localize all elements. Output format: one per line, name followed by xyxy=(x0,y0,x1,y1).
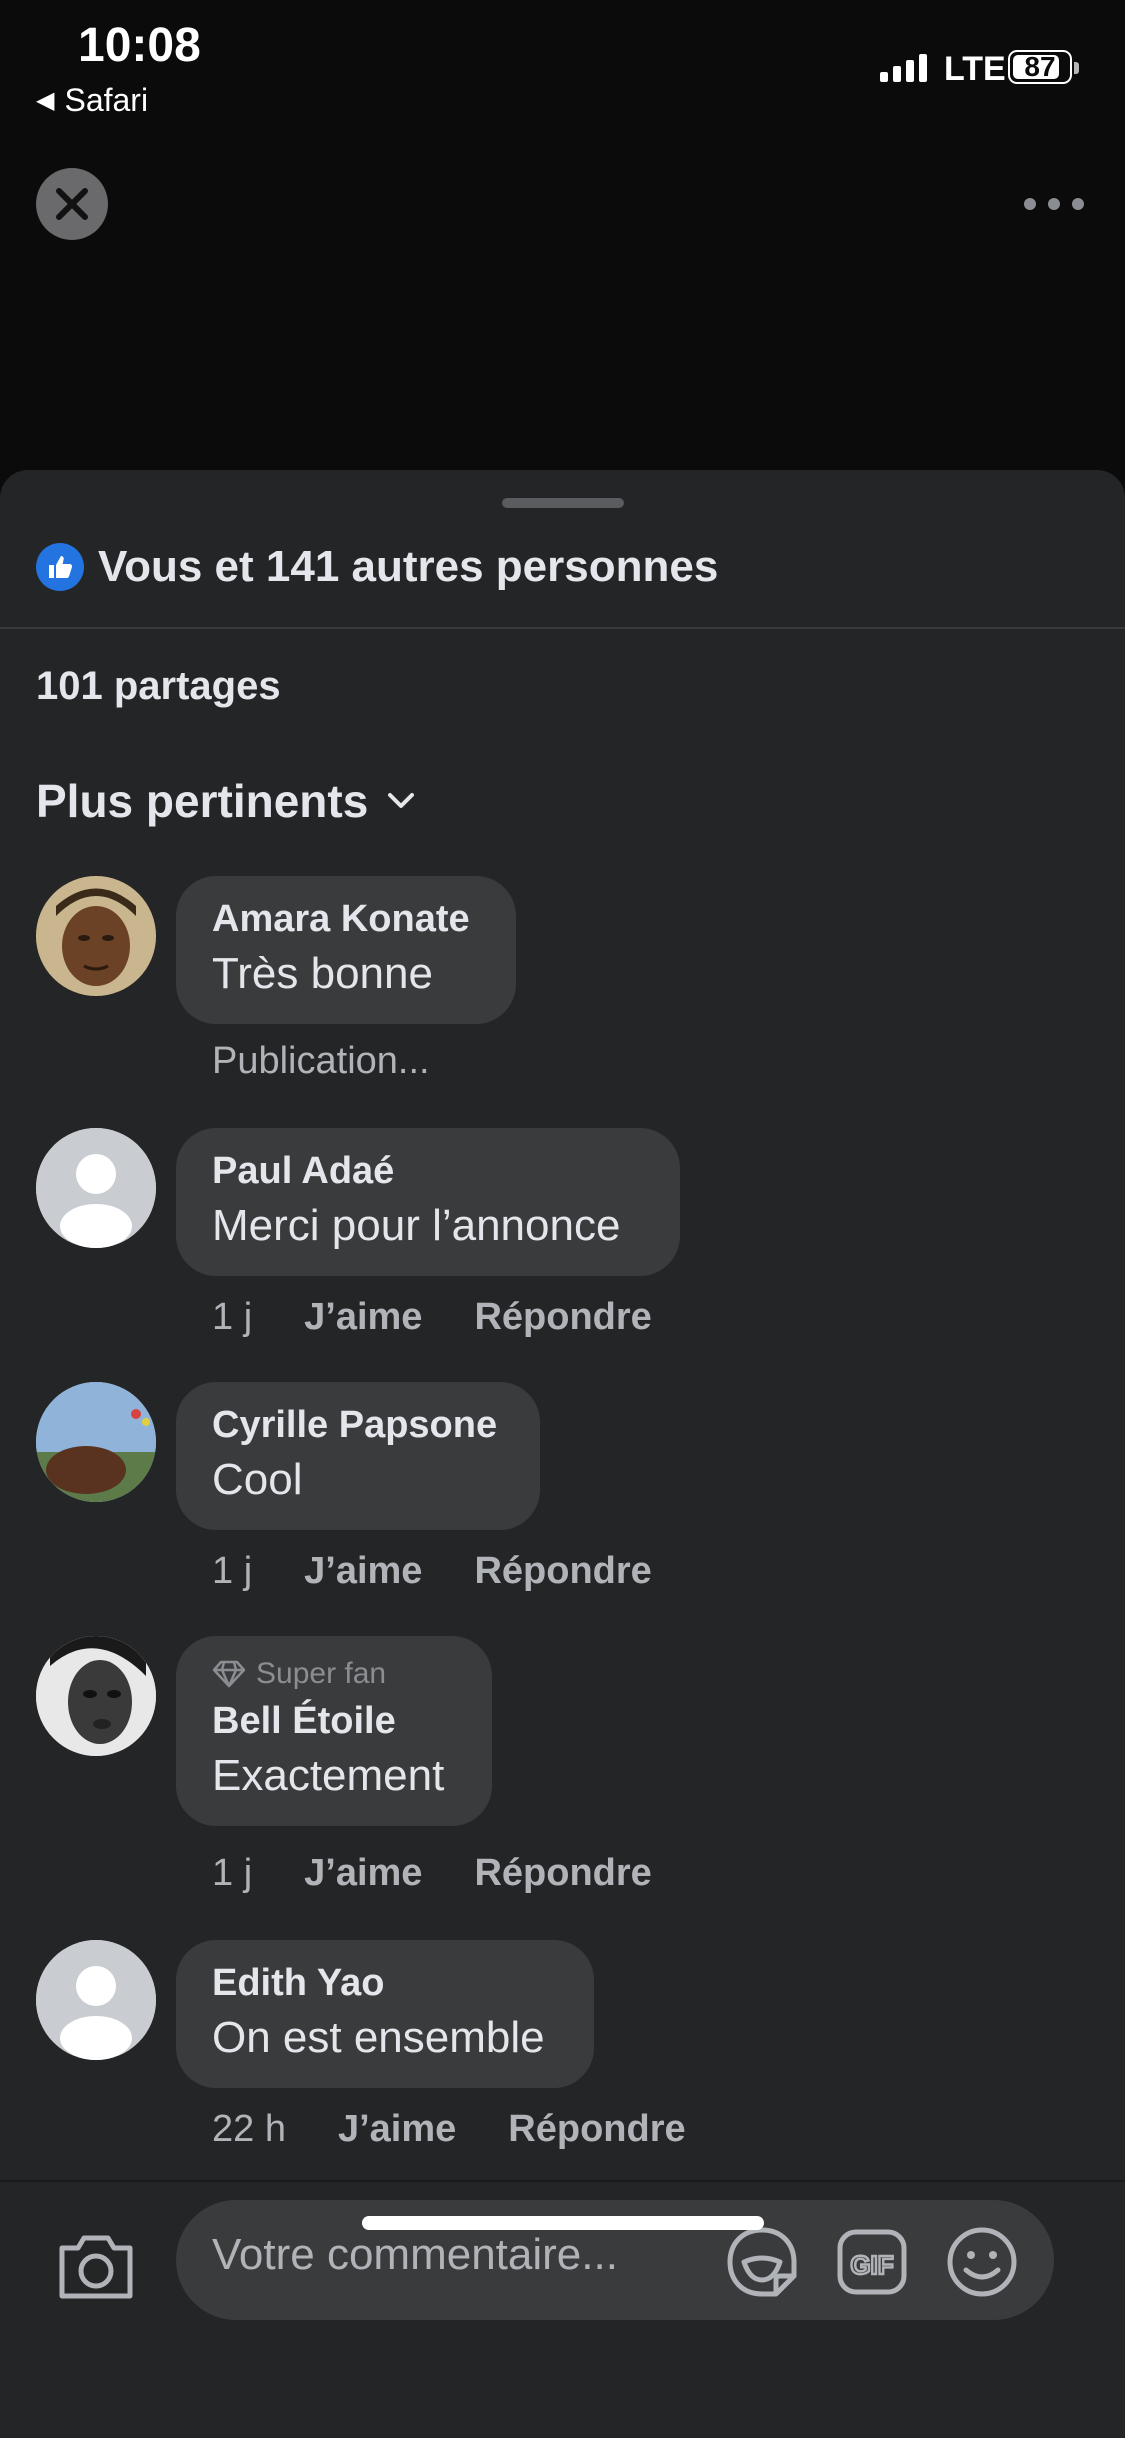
diamond-icon xyxy=(212,1660,246,1688)
reply-button[interactable]: Répondre xyxy=(508,2108,685,2151)
back-app-label: Safari xyxy=(64,82,149,118)
super-fan-badge: Super fan xyxy=(212,1656,456,1692)
signal-icon xyxy=(880,52,927,82)
sort-label: Plus pertinents xyxy=(36,775,369,827)
comment-time[interactable]: 1 j xyxy=(212,1852,252,1895)
badge-label: Super fan xyxy=(256,1657,387,1690)
comment-text: Exactement xyxy=(212,1751,445,1800)
camera-icon xyxy=(59,2235,133,2299)
more-dot xyxy=(1072,198,1084,210)
sticker-button[interactable] xyxy=(724,2224,800,2300)
comment-actions: 1 j J’aime Répondre xyxy=(212,1852,704,1895)
like-button[interactable]: J’aime xyxy=(304,1852,422,1895)
shares-count[interactable]: 101 partages xyxy=(36,664,281,709)
like-button[interactable]: J’aime xyxy=(338,2108,456,2151)
comment-bubble[interactable]: Edith Yao On est ensemble xyxy=(176,1940,594,2088)
comment-author[interactable]: Cyrille Papsone xyxy=(212,1402,504,1448)
chevron-down-icon xyxy=(388,793,415,808)
comment-bubble[interactable]: Cyrille Papsone Cool xyxy=(176,1382,540,1530)
comment-text: Très bonne xyxy=(212,949,433,998)
default-avatar-icon xyxy=(36,1128,156,1248)
battery-level: 87 xyxy=(1024,51,1056,82)
avatar[interactable] xyxy=(36,1940,156,2060)
avatar[interactable] xyxy=(36,1382,156,1502)
comment-text: Cool xyxy=(212,1455,303,1504)
comment-bubble[interactable]: Paul Adaé Merci pour l’annonce xyxy=(176,1128,680,1276)
comment-bubble[interactable]: Amara Konate Très bonne xyxy=(176,876,516,1024)
likes-text: Vous et 141 autres personnes xyxy=(98,542,719,591)
gif-label: GIF xyxy=(850,2250,893,2280)
gif-button[interactable]: GIF xyxy=(834,2224,910,2300)
like-thumb-icon xyxy=(36,543,84,591)
comment-input-placeholder: Votre commentaire... xyxy=(212,2230,618,2279)
network-label: LTE xyxy=(944,50,1006,88)
close-button[interactable] xyxy=(36,168,108,240)
gif-icon: GIF xyxy=(837,2229,907,2295)
comments-sheet: Vous et 141 autres personnes 101 partage… xyxy=(0,470,1125,2436)
comment-actions: 1 j J’aime Répondre xyxy=(212,1296,704,1339)
comment-author[interactable]: Paul Adaé xyxy=(212,1148,644,1194)
more-options-button[interactable] xyxy=(1024,184,1084,224)
emoji-button[interactable] xyxy=(944,2224,1020,2300)
comment-author[interactable]: Bell Étoile xyxy=(212,1698,456,1744)
reactions-summary[interactable]: Vous et 141 autres personnes xyxy=(36,542,718,592)
like-button[interactable]: J’aime xyxy=(304,1296,422,1339)
reply-button[interactable]: Répondre xyxy=(474,1296,651,1339)
avatar[interactable] xyxy=(36,876,156,996)
sort-dropdown[interactable]: Plus pertinents xyxy=(36,774,416,828)
battery-icon: 87 xyxy=(1008,50,1072,84)
home-indicator[interactable] xyxy=(362,2216,764,2230)
comment-time[interactable]: 1 j xyxy=(212,1550,252,1593)
sheet-grabber[interactable] xyxy=(502,498,624,508)
comment-time[interactable]: 22 h xyxy=(212,2108,286,2151)
avatar[interactable] xyxy=(36,1636,156,1756)
back-to-app-link[interactable]: ◀ Safari xyxy=(36,82,148,119)
back-triangle-icon: ◀ xyxy=(36,87,55,114)
reply-button[interactable]: Répondre xyxy=(474,1852,651,1895)
comment-bubble[interactable]: Super fan Bell Étoile Exactement xyxy=(176,1636,492,1826)
camera-button[interactable] xyxy=(56,2228,136,2304)
emoji-icon xyxy=(947,2227,1017,2297)
avatar[interactable] xyxy=(36,1128,156,1248)
status-time: 10:08 xyxy=(78,19,201,72)
close-icon xyxy=(56,188,88,220)
reply-button[interactable]: Répondre xyxy=(474,1550,651,1593)
comment-actions: 22 h J’aime Répondre xyxy=(212,2108,738,2151)
like-button[interactable]: J’aime xyxy=(304,1550,422,1593)
comment-status: Publication... xyxy=(212,1040,430,1082)
comment-text: On est ensemble xyxy=(212,2013,545,2062)
sticker-icon xyxy=(727,2227,797,2297)
more-dot xyxy=(1024,198,1036,210)
divider xyxy=(0,627,1125,629)
comment-author[interactable]: Edith Yao xyxy=(212,1960,558,2006)
comment-author[interactable]: Amara Konate xyxy=(212,896,480,942)
battery-tip xyxy=(1074,62,1079,74)
default-avatar-icon xyxy=(36,1940,156,2060)
more-dot xyxy=(1048,198,1060,210)
comment-time[interactable]: 1 j xyxy=(212,1296,252,1339)
comment-actions: 1 j J’aime Répondre xyxy=(212,1550,704,1593)
comment-text: Merci pour l’annonce xyxy=(212,1201,621,1250)
status-bar: 10:08 ◀ Safari LTE 87 xyxy=(0,0,1125,140)
